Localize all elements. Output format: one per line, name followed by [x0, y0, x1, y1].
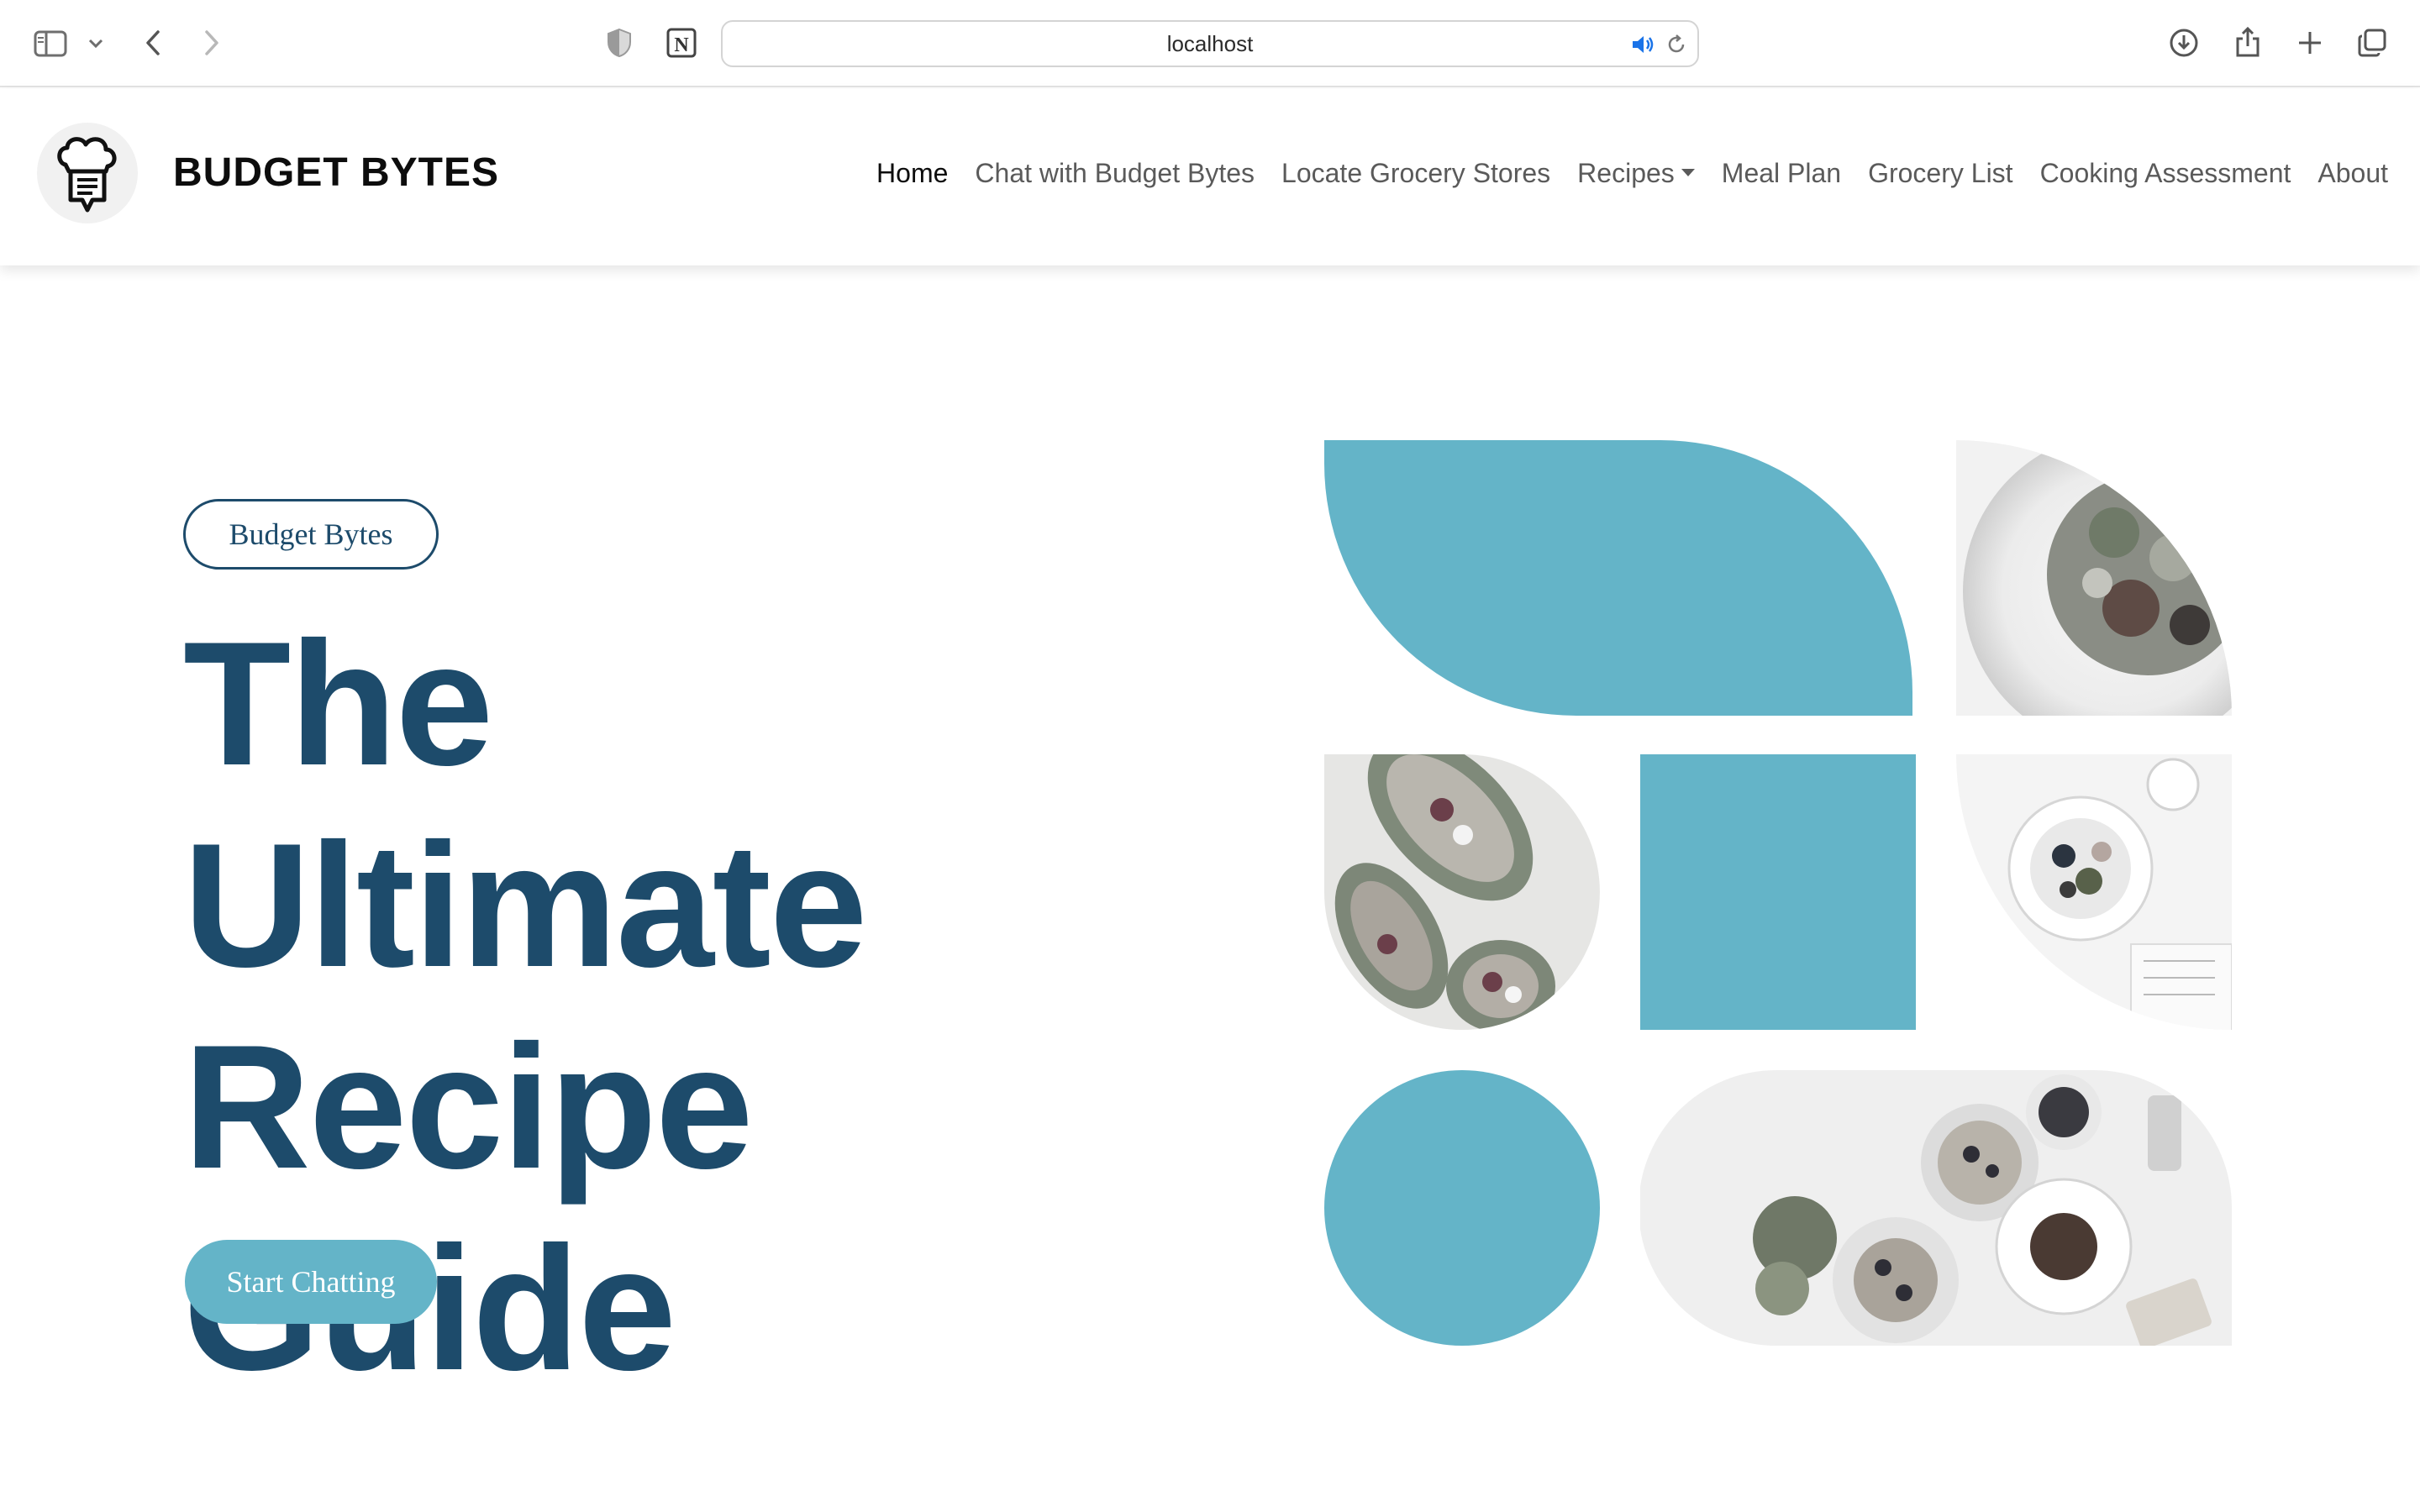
notion-extension-icon[interactable]: N — [664, 25, 699, 60]
nav-meal-plan[interactable]: Meal Plan — [1722, 158, 1841, 189]
nav-cooking-assessment[interactable]: Cooking Assessment — [2040, 158, 2291, 189]
brand-name[interactable]: BUDGET BYTES — [173, 150, 499, 196]
download-icon[interactable] — [2166, 25, 2202, 60]
audio-playing-icon[interactable] — [1630, 32, 1655, 57]
sidebar-icon[interactable] — [32, 27, 69, 60]
browser-toolbar: N localhost — [0, 0, 2420, 87]
pasta-salad-photo — [1956, 440, 2232, 716]
nav-recipes-label: Recipes — [1577, 158, 1675, 188]
address-text: localhost — [1166, 30, 1254, 56]
breakfast-table-photo — [1640, 1070, 2232, 1346]
hero-badge: Budget Bytes — [183, 499, 439, 570]
chef-chat-icon[interactable] — [37, 123, 138, 223]
decor-leaf-shape — [1324, 440, 1912, 716]
back-icon[interactable] — [138, 25, 168, 60]
nav-chat[interactable]: Chat with Budget Bytes — [975, 158, 1255, 189]
nav-about[interactable]: About — [2317, 158, 2388, 189]
decor-square-shape — [1640, 754, 1916, 1030]
address-bar[interactable]: localhost — [721, 20, 1699, 67]
tabs-overview-icon[interactable] — [2354, 25, 2390, 60]
hero-title-line-2: Recipe — [183, 1008, 754, 1205]
fruit-bowl-photo — [1956, 754, 2232, 1030]
decor-circle-shape — [1324, 1070, 1600, 1346]
reload-icon[interactable] — [1664, 32, 1689, 57]
start-chatting-button[interactable]: Start Chatting — [185, 1240, 437, 1324]
svg-text:N: N — [674, 34, 689, 56]
nav-grocery-list[interactable]: Grocery List — [1868, 158, 2012, 189]
hero-mosaic — [1324, 440, 2232, 1346]
main-nav: Home Chat with Budget Bytes Locate Groce… — [876, 158, 2388, 189]
privacy-shield-icon[interactable] — [602, 25, 637, 60]
stuffed-avocado-photo — [1324, 754, 1600, 1030]
share-icon[interactable] — [2230, 24, 2265, 60]
nav-recipes-dropdown[interactable]: Recipes — [1577, 158, 1695, 189]
chevron-down-icon[interactable] — [84, 32, 108, 55]
site-header: BUDGET BYTES Home Chat with Budget Bytes… — [0, 89, 2420, 265]
nav-locate-grocery-stores[interactable]: Locate Grocery Stores — [1281, 158, 1550, 189]
forward-icon[interactable] — [197, 25, 227, 60]
hero-title-line-1: The Ultimate — [183, 605, 868, 1004]
caret-down-icon — [1681, 169, 1695, 177]
new-tab-icon[interactable] — [2292, 25, 2328, 60]
nav-home[interactable]: Home — [876, 158, 948, 189]
